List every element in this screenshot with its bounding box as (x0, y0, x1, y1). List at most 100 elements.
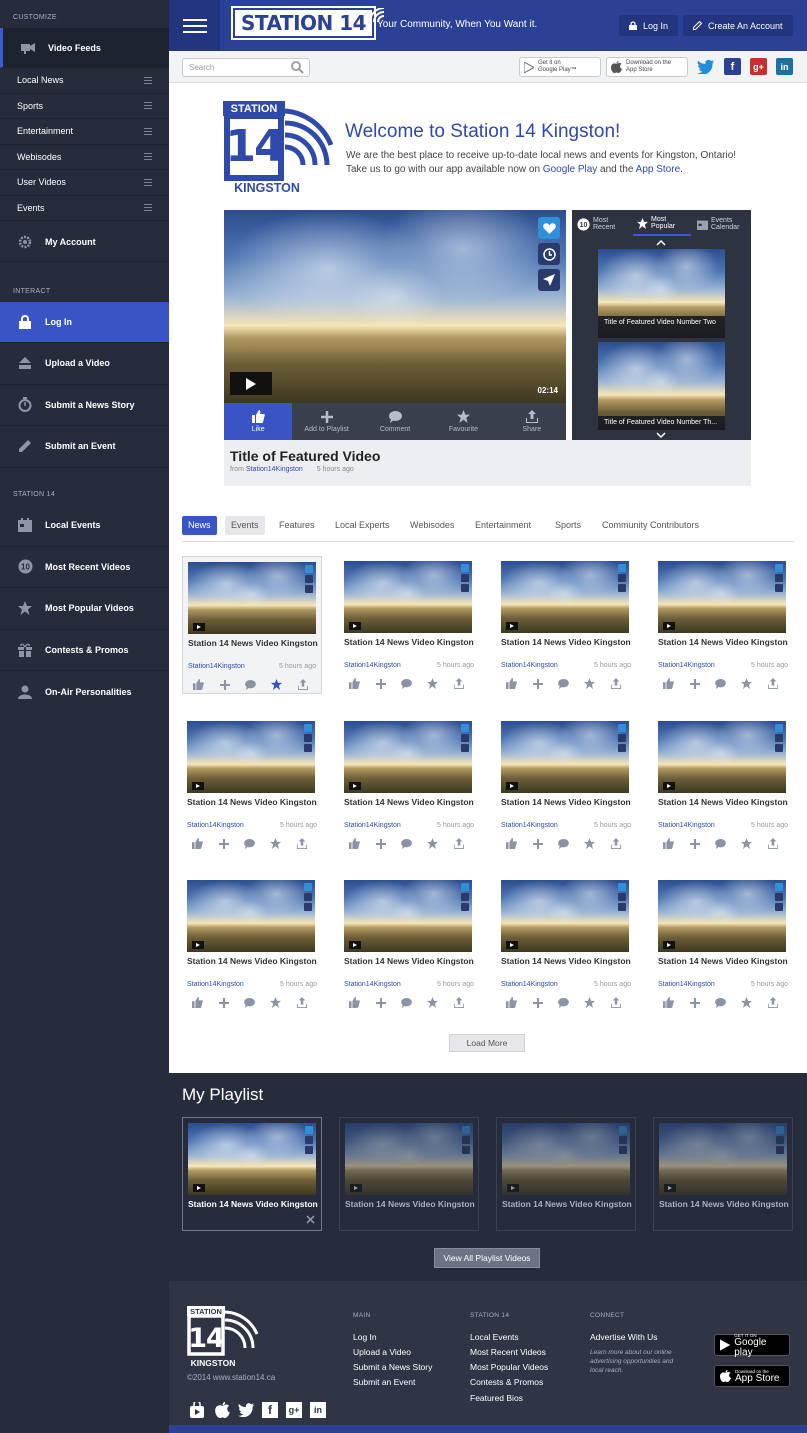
twitter-icon[interactable] (238, 1402, 254, 1418)
sidebar-item-most-popular[interactable]: Most Popular Videos (0, 588, 169, 630)
video-title[interactable]: Station 14 News Video Kingston (344, 637, 474, 647)
tab-webisodes[interactable]: Webisodes (404, 516, 460, 535)
watch-later-icon[interactable] (618, 893, 626, 901)
sidebar-feed-local-news[interactable]: Local News (0, 68, 169, 94)
channel-link[interactable]: Station14Kingston (187, 822, 244, 829)
share-icon[interactable] (610, 678, 621, 689)
playlist-video-title[interactable]: Station 14 News Video Kingston (502, 1199, 632, 1209)
play-icon[interactable] (663, 941, 675, 949)
search-input[interactable]: Search (182, 58, 310, 77)
footer-link[interactable]: Most Popular Videos (470, 1362, 548, 1372)
comment-button[interactable]: Comment (361, 403, 429, 440)
footer-link[interactable]: Contests & Promos (470, 1377, 543, 1387)
watch-later-icon[interactable] (304, 734, 312, 742)
video-title[interactable]: Station 14 News Video Kingston (501, 797, 631, 807)
video-card[interactable]: Station 14 News Video Kingston Station14K… (182, 716, 322, 854)
thumbs-up-icon[interactable] (506, 678, 517, 689)
play-icon[interactable] (664, 1184, 676, 1192)
menu-button[interactable] (169, 0, 220, 51)
chevron-down-icon[interactable] (656, 432, 666, 438)
comment-icon[interactable] (558, 678, 569, 689)
plus-icon[interactable] (375, 678, 386, 689)
play-icon[interactable] (192, 782, 204, 790)
footer-link[interactable]: Submit an Event (353, 1377, 415, 1387)
watch-later-icon[interactable] (618, 734, 626, 742)
thumbs-up-icon[interactable] (663, 678, 674, 689)
thumbs-up-icon[interactable] (193, 679, 204, 690)
featured-video-player[interactable]: 02:14 Like Add to Playlist Comment Favou… (224, 210, 566, 440)
linkedin-icon[interactable]: in (310, 1402, 326, 1418)
sidebar-feed-entertainment[interactable]: Entertainment (0, 119, 169, 145)
star-icon[interactable] (427, 838, 438, 849)
drag-handle-icon[interactable] (144, 76, 152, 84)
tab-sports[interactable]: Sports (549, 516, 587, 535)
comment-icon[interactable] (715, 678, 726, 689)
sidebar-item-most-recent[interactable]: 10 Most Recent Videos (0, 547, 169, 588)
star-icon[interactable] (741, 997, 752, 1008)
channel-link[interactable]: Station14Kingston (658, 662, 715, 669)
comment-icon[interactable] (715, 997, 726, 1008)
video-card[interactable]: Station 14 News Video Kingston Station14K… (496, 875, 636, 1013)
watch-later-icon[interactable] (538, 243, 560, 265)
send-icon[interactable] (775, 584, 783, 592)
google-plus-icon[interactable]: g+ (750, 58, 767, 75)
send-icon[interactable] (461, 584, 469, 592)
play-icon[interactable] (663, 622, 675, 630)
video-title[interactable]: Station 14 News Video Kingston (658, 797, 788, 807)
drag-handle-icon[interactable] (144, 127, 152, 135)
send-icon[interactable] (304, 903, 312, 911)
favorite-heart-icon[interactable] (618, 724, 626, 732)
plus-icon[interactable] (375, 997, 386, 1008)
playlist-card[interactable]: Station 14 News Video Kingston (339, 1117, 479, 1231)
play-icon[interactable] (506, 622, 518, 630)
watch-later-icon[interactable] (775, 574, 783, 582)
google-play-icon[interactable] (189, 1402, 205, 1418)
video-thumbnail[interactable] (502, 1123, 630, 1195)
send-icon[interactable] (304, 744, 312, 752)
send-icon[interactable] (618, 584, 626, 592)
video-card[interactable]: Station 14 News Video Kingston Station14K… (653, 556, 793, 694)
footer-link[interactable]: Local Events (470, 1332, 519, 1342)
plus-icon[interactable] (689, 678, 700, 689)
watch-later-icon[interactable] (304, 893, 312, 901)
plus-icon[interactable] (219, 679, 230, 690)
advertise-link[interactable]: Advertise With Us (590, 1332, 658, 1342)
channel-link[interactable]: Station14Kingston (658, 981, 715, 988)
play-icon[interactable] (349, 622, 361, 630)
comment-icon[interactable] (244, 838, 255, 849)
video-thumbnail[interactable] (345, 1123, 473, 1195)
comment-icon[interactable] (401, 678, 412, 689)
google-play-link[interactable]: Google Play (543, 164, 597, 175)
share-icon[interactable] (767, 838, 778, 849)
sidebar-item-video-feeds[interactable]: Video Feeds (0, 28, 169, 68)
star-icon[interactable] (584, 997, 595, 1008)
comment-icon[interactable] (244, 997, 255, 1008)
star-icon[interactable] (271, 679, 282, 690)
play-icon[interactable] (349, 782, 361, 790)
sidebar-feed-events[interactable]: Events (0, 196, 169, 221)
facebook-icon[interactable]: f (262, 1402, 278, 1418)
send-icon[interactable] (461, 903, 469, 911)
thumbs-up-icon[interactable] (349, 838, 360, 849)
channel-link[interactable]: Station14Kingston (501, 822, 558, 829)
close-icon[interactable] (306, 1215, 315, 1224)
view-all-playlist-button[interactable]: View All Playlist Videos (434, 1248, 540, 1268)
favorite-heart-icon[interactable] (304, 883, 312, 891)
play-icon[interactable] (663, 782, 675, 790)
send-icon[interactable] (775, 744, 783, 752)
star-icon[interactable] (741, 838, 752, 849)
video-thumbnail[interactable] (344, 880, 472, 952)
channel-link[interactable]: Station14Kingston (344, 662, 401, 669)
plus-icon[interactable] (218, 838, 229, 849)
linkedin-icon[interactable]: in (776, 58, 793, 75)
channel-link[interactable]: Station14Kingston (501, 662, 558, 669)
send-icon[interactable] (538, 269, 560, 291)
video-thumbnail[interactable] (344, 721, 472, 793)
app-store-badge[interactable]: Download on the App Store (714, 1365, 790, 1387)
sidebar-item-local-events[interactable]: Local Events (0, 505, 169, 547)
star-icon[interactable] (584, 678, 595, 689)
star-icon[interactable] (741, 678, 752, 689)
play-icon[interactable] (193, 1184, 205, 1192)
share-icon[interactable] (453, 838, 464, 849)
create-account-button[interactable]: Create An Account (683, 15, 793, 36)
